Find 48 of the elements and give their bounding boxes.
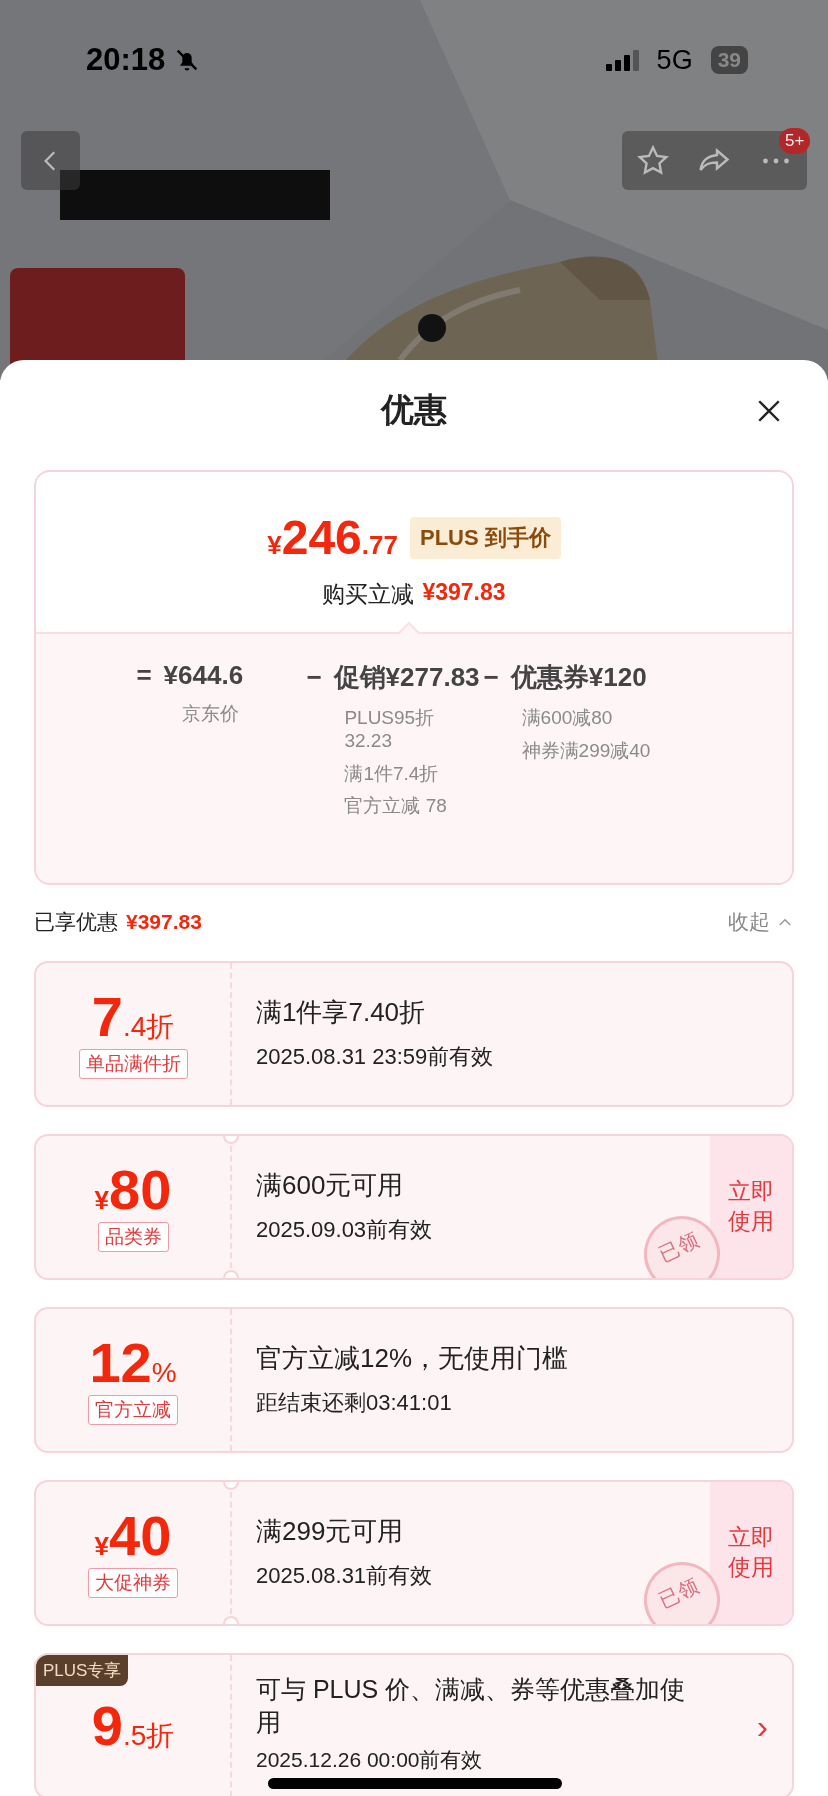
coupon-title: 满600元可用: [256, 1169, 405, 1203]
back-button[interactable]: [21, 131, 80, 190]
price-term: 优惠券¥120: [510, 661, 647, 694]
final-price: ¥246.77: [267, 510, 398, 565]
term-note: 京东价: [182, 703, 241, 726]
price-term: 促销¥277.83: [333, 661, 480, 694]
discount-value: 9.5折: [91, 1698, 175, 1754]
term-note: 满1件7.4折: [344, 762, 440, 786]
coupon-title: 官方立减12%，无使用门槛: [256, 1342, 570, 1376]
discount-value: ¥40: [94, 1508, 172, 1564]
coupon-type-tag: 官方立减: [88, 1395, 178, 1425]
coupon-title: 满1件享7.40折: [256, 996, 427, 1030]
coupon-type-tag: 大促神券: [88, 1568, 178, 1598]
applied-label: 已享优惠: [34, 909, 118, 935]
battery-indicator: 39: [710, 46, 748, 74]
sheet-title: 优惠: [381, 389, 447, 430]
discount-value: 12%: [89, 1335, 177, 1391]
operator-sign: =: [136, 660, 152, 691]
coupon-validity: 2025.09.03前有效: [256, 1215, 434, 1244]
term-note: 满600减80: [521, 707, 614, 730]
coupon-type-tag: 品类券: [97, 1222, 169, 1252]
term-note: PLUS95折 32.23: [344, 707, 436, 753]
collapse-toggle[interactable]: 收起: [728, 908, 794, 936]
term-note: 官方立减 78: [344, 795, 448, 819]
saving-amount: ¥397.83: [422, 579, 506, 607]
coupon-validity: 2025.08.31 23:59前有效: [256, 1042, 495, 1071]
operator-sign: −: [306, 662, 322, 693]
term-note: 神券满299减40: [521, 739, 652, 763]
coupon-validity: 2025.08.31前有效: [256, 1561, 434, 1590]
discount-value: 7.4折: [91, 989, 175, 1045]
coupon-type-tag: 单品满件折: [78, 1049, 188, 1079]
coupon-validity: 2025.12.26 00:00前有效: [256, 1747, 484, 1773]
coupon-validity: 距结束还剩03:41:01: [256, 1388, 453, 1417]
applied-amount: ¥397.83: [126, 910, 202, 934]
operator-sign: −: [483, 662, 499, 693]
plus-price-tag: PLUS 到手价: [409, 516, 561, 559]
network-label: 5G: [656, 44, 693, 76]
coupon-title: 满299元可用: [256, 1515, 405, 1549]
saving-label: 购买立减: [322, 580, 415, 609]
price-term: ¥644.6: [163, 660, 244, 691]
chevron-icon[interactable]: ›: [732, 1706, 792, 1746]
close-icon[interactable]: [756, 398, 782, 424]
use-now-button[interactable]: 立即使用: [710, 1482, 792, 1624]
status-time: 20:18: [86, 42, 166, 78]
coupon-title: 可与 PLUS 价、满减、券等优惠叠加使用: [256, 1674, 687, 1738]
discount-value: ¥80: [94, 1162, 172, 1218]
use-now-button[interactable]: 立即使用: [710, 1136, 792, 1278]
plus-exclusive-tag: PLUS专享: [36, 1655, 129, 1686]
